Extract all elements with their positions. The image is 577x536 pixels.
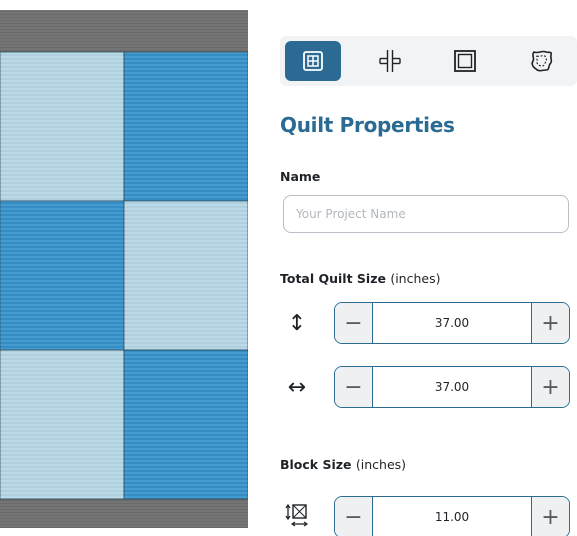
height-input[interactable] xyxy=(373,303,531,343)
blocks-tool-button[interactable] xyxy=(285,41,341,81)
block-size-unit: (inches) xyxy=(355,457,407,472)
grid-block-icon xyxy=(303,51,323,71)
border-frame-icon xyxy=(454,50,476,72)
applique-tool-button[interactable] xyxy=(514,41,570,81)
total-size-label-text: Total Quilt Size xyxy=(280,271,386,286)
total-size-label: Total Quilt Size (inches) xyxy=(280,271,440,286)
fabric-texture xyxy=(0,52,124,201)
horizontal-arrows-icon: ↔ xyxy=(287,374,307,400)
height-decrement-button[interactable]: − xyxy=(335,303,373,343)
project-name-input[interactable] xyxy=(283,195,569,233)
tool-switcher xyxy=(280,36,577,86)
width-increment-button[interactable]: + xyxy=(531,367,569,407)
block-size-stepper: − + xyxy=(334,496,570,536)
fabric-texture xyxy=(0,201,124,350)
quilt-preview xyxy=(0,10,248,528)
block-size-label-text: Block Size xyxy=(280,457,352,472)
block-size-decrement-button[interactable]: − xyxy=(335,497,373,536)
fabric-texture xyxy=(124,52,248,201)
block-size-icon xyxy=(284,502,310,530)
width-input[interactable] xyxy=(373,367,531,407)
sashing-tool-button[interactable] xyxy=(362,41,418,81)
width-decrement-button[interactable]: − xyxy=(335,367,373,407)
block-size-icon-graphic xyxy=(285,503,309,527)
vertical-arrows-icon: ↕ xyxy=(287,310,307,336)
sashing-cross-icon xyxy=(379,50,401,72)
fabric-texture xyxy=(124,201,248,350)
block-size-label: Block Size (inches) xyxy=(280,457,406,472)
height-stepper: − + xyxy=(334,302,570,344)
fabric-texture xyxy=(0,350,124,499)
border-tool-button[interactable] xyxy=(437,41,493,81)
width-stepper: − + xyxy=(334,366,570,408)
properties-panel: Quilt Properties Name Total Quilt Size (… xyxy=(268,0,577,536)
name-label: Name xyxy=(280,169,321,184)
applique-shape-icon xyxy=(531,50,553,72)
block-size-input[interactable] xyxy=(373,497,531,536)
quilt-preview-canvas[interactable] xyxy=(0,0,248,536)
height-increment-button[interactable]: + xyxy=(531,303,569,343)
fabric-texture xyxy=(124,350,248,499)
panel-title: Quilt Properties xyxy=(280,113,455,137)
block-size-increment-button[interactable]: + xyxy=(531,497,569,536)
total-size-unit: (inches) xyxy=(390,271,441,286)
